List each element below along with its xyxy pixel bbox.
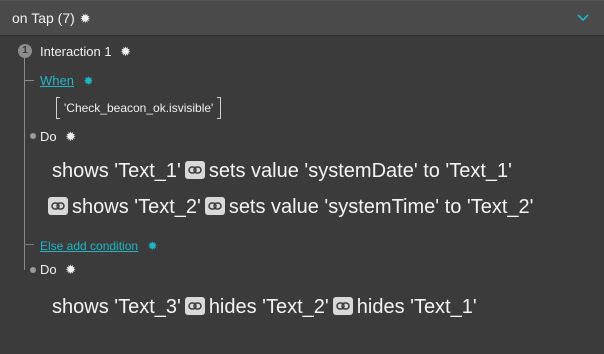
gear-icon[interactable]: ✹ (148, 240, 158, 252)
do-row[interactable]: Do ✹ (40, 262, 76, 277)
chevron-down-icon[interactable] (576, 11, 590, 25)
tree-connector (24, 244, 34, 245)
action-sets-value-date[interactable]: sets value 'systemDate' to 'Text_1' (209, 160, 512, 183)
tree-node-dot (30, 267, 36, 273)
else-row: Else add condition ✹ (40, 237, 158, 255)
interaction-number-badge: 1 (18, 44, 32, 58)
link-icon[interactable] (204, 196, 225, 215)
gear-icon[interactable]: ✹ (80, 12, 91, 25)
action-hides-text-2[interactable]: hides 'Text_2' (209, 296, 329, 319)
gear-icon[interactable]: ✹ (83, 75, 93, 87)
when-row: When ✹ (40, 72, 93, 90)
link-icon[interactable] (48, 196, 68, 215)
action-hides-text-1[interactable]: hides 'Text_1' (357, 296, 477, 319)
bracket-left (56, 97, 60, 119)
interaction-panel: on Tap (7) ✹ 1 Interaction 1 ✹ When ✹ 'C… (0, 0, 604, 354)
else-add-condition-link[interactable]: Else add condition (40, 239, 138, 253)
condition-text: 'Check_beacon_ok.isvisible' (64, 101, 214, 115)
gear-icon[interactable]: ✹ (65, 130, 76, 143)
panel-title: on Tap (7) (12, 10, 75, 26)
do-label: Do (40, 262, 57, 277)
interaction-label: Interaction 1 (40, 44, 112, 59)
gear-icon[interactable]: ✹ (120, 45, 131, 58)
action-sets-value-time[interactable]: sets value 'systemTime' to 'Text_2' (229, 196, 534, 219)
bracket-right (217, 97, 222, 119)
action-shows-text-2[interactable]: shows 'Text_2' (72, 196, 201, 219)
tree-connector (24, 58, 25, 270)
do-row[interactable]: Do ✹ (40, 129, 76, 144)
link-icon[interactable] (184, 160, 205, 179)
gear-icon[interactable]: ✹ (65, 263, 76, 276)
action-row: shows 'Text_3' hides 'Text_2' hides 'Tex… (52, 296, 477, 319)
action-row: shows 'Text_1' sets value 'systemDate' t… (52, 160, 512, 183)
action-shows-text-3[interactable]: shows 'Text_3' (52, 296, 181, 319)
link-icon[interactable] (332, 296, 353, 315)
action-shows-text-1[interactable]: shows 'Text_1' (52, 160, 181, 183)
do-label: Do (40, 129, 57, 144)
interaction-row[interactable]: Interaction 1 ✹ (40, 44, 131, 59)
when-link[interactable]: When (40, 73, 74, 88)
action-row: shows 'Text_2' sets value 'systemTime' t… (48, 196, 533, 219)
condition-box[interactable]: 'Check_beacon_ok.isvisible' (56, 95, 222, 121)
tree-connector (24, 80, 34, 81)
panel-header[interactable]: on Tap (7) ✹ (0, 0, 604, 36)
link-icon[interactable] (184, 296, 205, 315)
tree-node-dot (30, 133, 36, 139)
